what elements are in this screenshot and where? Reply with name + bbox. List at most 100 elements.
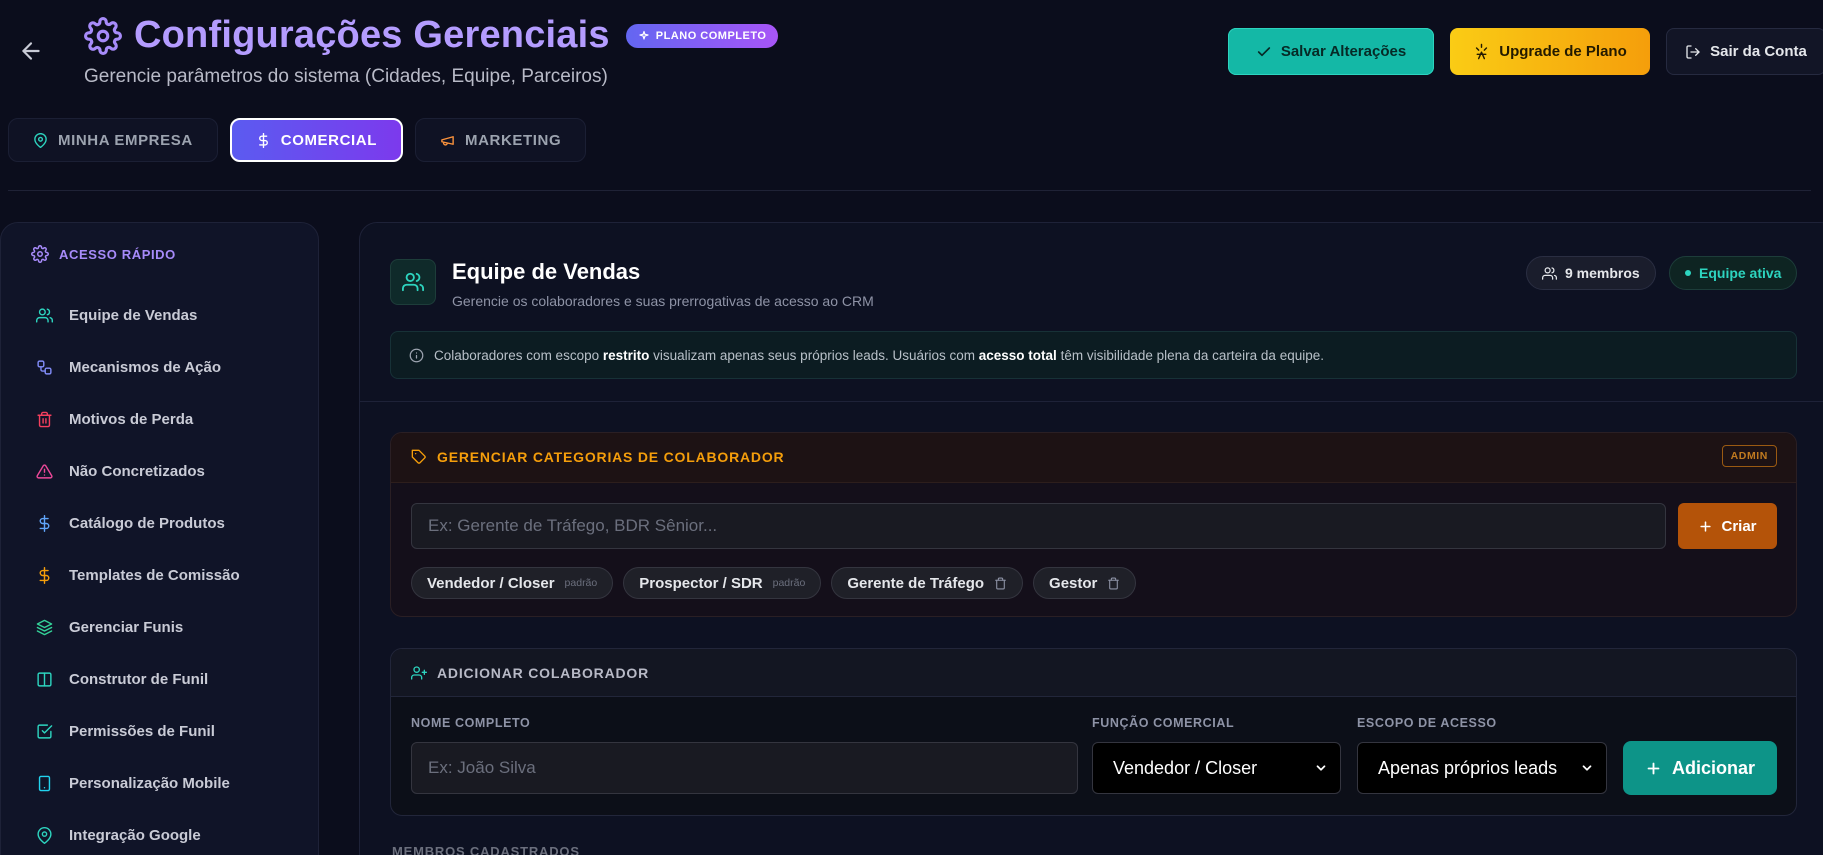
- smartphone-icon: [35, 774, 53, 792]
- sidebar-item-nao-concretizados[interactable]: Não Concretizados: [35, 445, 240, 497]
- tab-minha-empresa[interactable]: MINHA EMPRESA: [8, 118, 218, 162]
- team-status-label: Equipe ativa: [1699, 265, 1782, 281]
- tab-label: MARKETING: [465, 131, 562, 149]
- add-collaborator-title-label: ADICIONAR COLABORADOR: [437, 665, 650, 681]
- sidebar-heading-label: ACESSO RÁPIDO: [59, 246, 176, 262]
- save-button[interactable]: Salvar Alterações: [1228, 28, 1434, 75]
- title-row: Configurações Gerenciais PLANO COMPLETO: [84, 14, 779, 57]
- tab-marketing[interactable]: MARKETING: [415, 118, 587, 162]
- access-scope-select[interactable]: Apenas próprios leads: [1357, 742, 1607, 794]
- category-chip-list: Vendedor / Closer padrão Prospector / SD…: [411, 567, 1137, 599]
- sidebar-item-label: Construtor de Funil: [69, 670, 209, 688]
- save-button-label: Salvar Alterações: [1280, 43, 1407, 60]
- default-tag: padrão: [564, 577, 598, 589]
- users-icon: [35, 306, 53, 324]
- sidebar-item-label: Motivos de Perda: [69, 410, 194, 428]
- name-field-label: NOME COMPLETO: [411, 716, 531, 730]
- add-collaborator-title: ADICIONAR COLABORADOR: [411, 665, 649, 681]
- plus-icon: [1645, 760, 1662, 777]
- dollar-icon: [35, 566, 53, 584]
- team-status-badge: Equipe ativa: [1669, 256, 1798, 290]
- chip-label: Prospector / SDR: [639, 574, 763, 592]
- tab-comercial[interactable]: COMERCIAL: [229, 118, 403, 162]
- chip-label: Gestor: [1049, 574, 1098, 592]
- sidebar-item-label: Templates de Comissão: [69, 566, 240, 584]
- sidebar-item-catalogo-de-produtos[interactable]: Catálogo de Produtos: [35, 497, 240, 549]
- tab-label: MINHA EMPRESA: [58, 131, 193, 149]
- users-icon: [1542, 266, 1557, 281]
- sidebar-item-motivos-de-perda[interactable]: Motivos de Perda: [35, 393, 240, 445]
- sidebar-item-label: Equipe de Vendas: [69, 306, 198, 324]
- registered-members-heading: MEMBROS CADASTRADOS: [392, 844, 580, 855]
- add-collaborator-button[interactable]: Adicionar: [1623, 741, 1777, 795]
- sidebar-item-construtor-de-funil[interactable]: Construtor de Funil: [35, 653, 240, 705]
- workflow-icon: [35, 358, 53, 376]
- sidebar-item-templates-de-comissao[interactable]: Templates de Comissão: [35, 549, 240, 601]
- tag-icon: [411, 449, 427, 465]
- add-button-label: Adicionar: [1671, 757, 1755, 778]
- back-arrow-icon[interactable]: [14, 34, 48, 68]
- chip-label: Gerente de Tráfego: [847, 574, 985, 592]
- page-title: Configurações Gerenciais: [134, 14, 610, 56]
- sidebar-item-mecanismos-de-acao[interactable]: Mecanismos de Ação: [35, 341, 240, 393]
- logout-button-label: Sair da Conta: [1710, 43, 1807, 60]
- megaphone-icon: [440, 133, 455, 148]
- category-name-input[interactable]: [411, 503, 1666, 549]
- layers-icon: [35, 618, 53, 636]
- sidebar-item-integracao-google[interactable]: Integração Google: [35, 809, 240, 855]
- plan-badge-label: PLANO COMPLETO: [655, 29, 767, 42]
- add-collaborator-header: ADICIONAR COLABORADOR: [391, 649, 1796, 697]
- scope-field-label: ESCOPO DE ACESSO: [1357, 716, 1497, 730]
- upgrade-button-label: Upgrade de Plano: [1499, 43, 1627, 60]
- users-icon: [390, 259, 436, 305]
- map-pin-icon: [35, 826, 53, 844]
- categories-title-label: GERENCIAR CATEGORIAS DE COLABORADOR: [437, 449, 785, 465]
- default-tag: padrão: [772, 577, 806, 589]
- role-select[interactable]: Vendedor / Closer: [1092, 742, 1341, 794]
- header-divider: [8, 190, 1811, 191]
- sidebar-item-equipe-de-vendas[interactable]: Equipe de Vendas: [35, 289, 240, 341]
- role-select-value: Vendedor / Closer: [1113, 757, 1258, 778]
- sidebar-item-label: Não Concretizados: [69, 462, 205, 480]
- dollar-icon: [35, 514, 53, 532]
- sales-team-panel: Equipe de Vendas Gerencie os colaborador…: [359, 222, 1823, 855]
- upgrade-button[interactable]: Upgrade de Plano: [1450, 28, 1650, 75]
- create-button-label: Criar: [1721, 517, 1757, 535]
- logout-button[interactable]: Sair da Conta: [1666, 28, 1823, 75]
- create-category-button[interactable]: Criar: [1678, 503, 1777, 549]
- sidebar-item-personalizacao-mobile[interactable]: Personalização Mobile: [35, 757, 240, 809]
- sidebar-heading: ACESSO RÁPIDO: [31, 245, 176, 263]
- admin-badge: ADMIN: [1721, 445, 1777, 467]
- columns-icon: [35, 670, 53, 688]
- trash-icon[interactable]: [994, 577, 1007, 590]
- sidebar-item-gerenciar-funis[interactable]: Gerenciar Funis: [35, 601, 240, 653]
- sidebar-item-label: Catálogo de Produtos: [69, 514, 225, 532]
- info-text: Colaboradores com escopo restrito visual…: [434, 347, 1324, 363]
- category-chip: Vendedor / Closer padrão: [411, 567, 614, 599]
- check-square-icon: [35, 722, 53, 740]
- categories-card: GERENCIAR CATEGORIAS DE COLABORADOR ADMI…: [390, 432, 1797, 617]
- categories-title: GERENCIAR CATEGORIAS DE COLABORADOR: [411, 449, 784, 465]
- trash-icon[interactable]: [1107, 577, 1120, 590]
- dollar-icon: [256, 132, 271, 148]
- sidebar-item-permissoes-de-funil[interactable]: Permissões de Funil: [35, 705, 240, 757]
- sparkles-icon: [638, 30, 650, 42]
- alert-triangle-icon: [35, 462, 53, 480]
- info-icon: [409, 348, 424, 363]
- tab-label: COMERCIAL: [280, 131, 377, 149]
- category-chip: Gestor: [1033, 567, 1137, 599]
- gear-icon: [31, 245, 49, 263]
- status-dot-icon: [1685, 270, 1691, 276]
- user-plus-icon: [411, 665, 427, 681]
- check-icon: [1256, 44, 1272, 60]
- members-count-label: 9 membros: [1565, 265, 1640, 281]
- sidebar-list: Equipe de Vendas Mecanismos de Ação Moti…: [35, 289, 240, 855]
- chevron-down-icon: [1580, 761, 1594, 775]
- map-pin-icon: [33, 132, 48, 148]
- sidebar-item-label: Mecanismos de Ação: [69, 358, 221, 376]
- full-name-input[interactable]: [411, 742, 1078, 794]
- sidebar-item-label: Integração Google: [69, 826, 201, 844]
- role-field-label: FUNÇÃO COMERCIAL: [1092, 716, 1235, 730]
- add-collaborator-card: ADICIONAR COLABORADOR NOME COMPLETO FUNÇ…: [390, 648, 1797, 816]
- category-chip: Gerente de Tráfego: [831, 567, 1024, 599]
